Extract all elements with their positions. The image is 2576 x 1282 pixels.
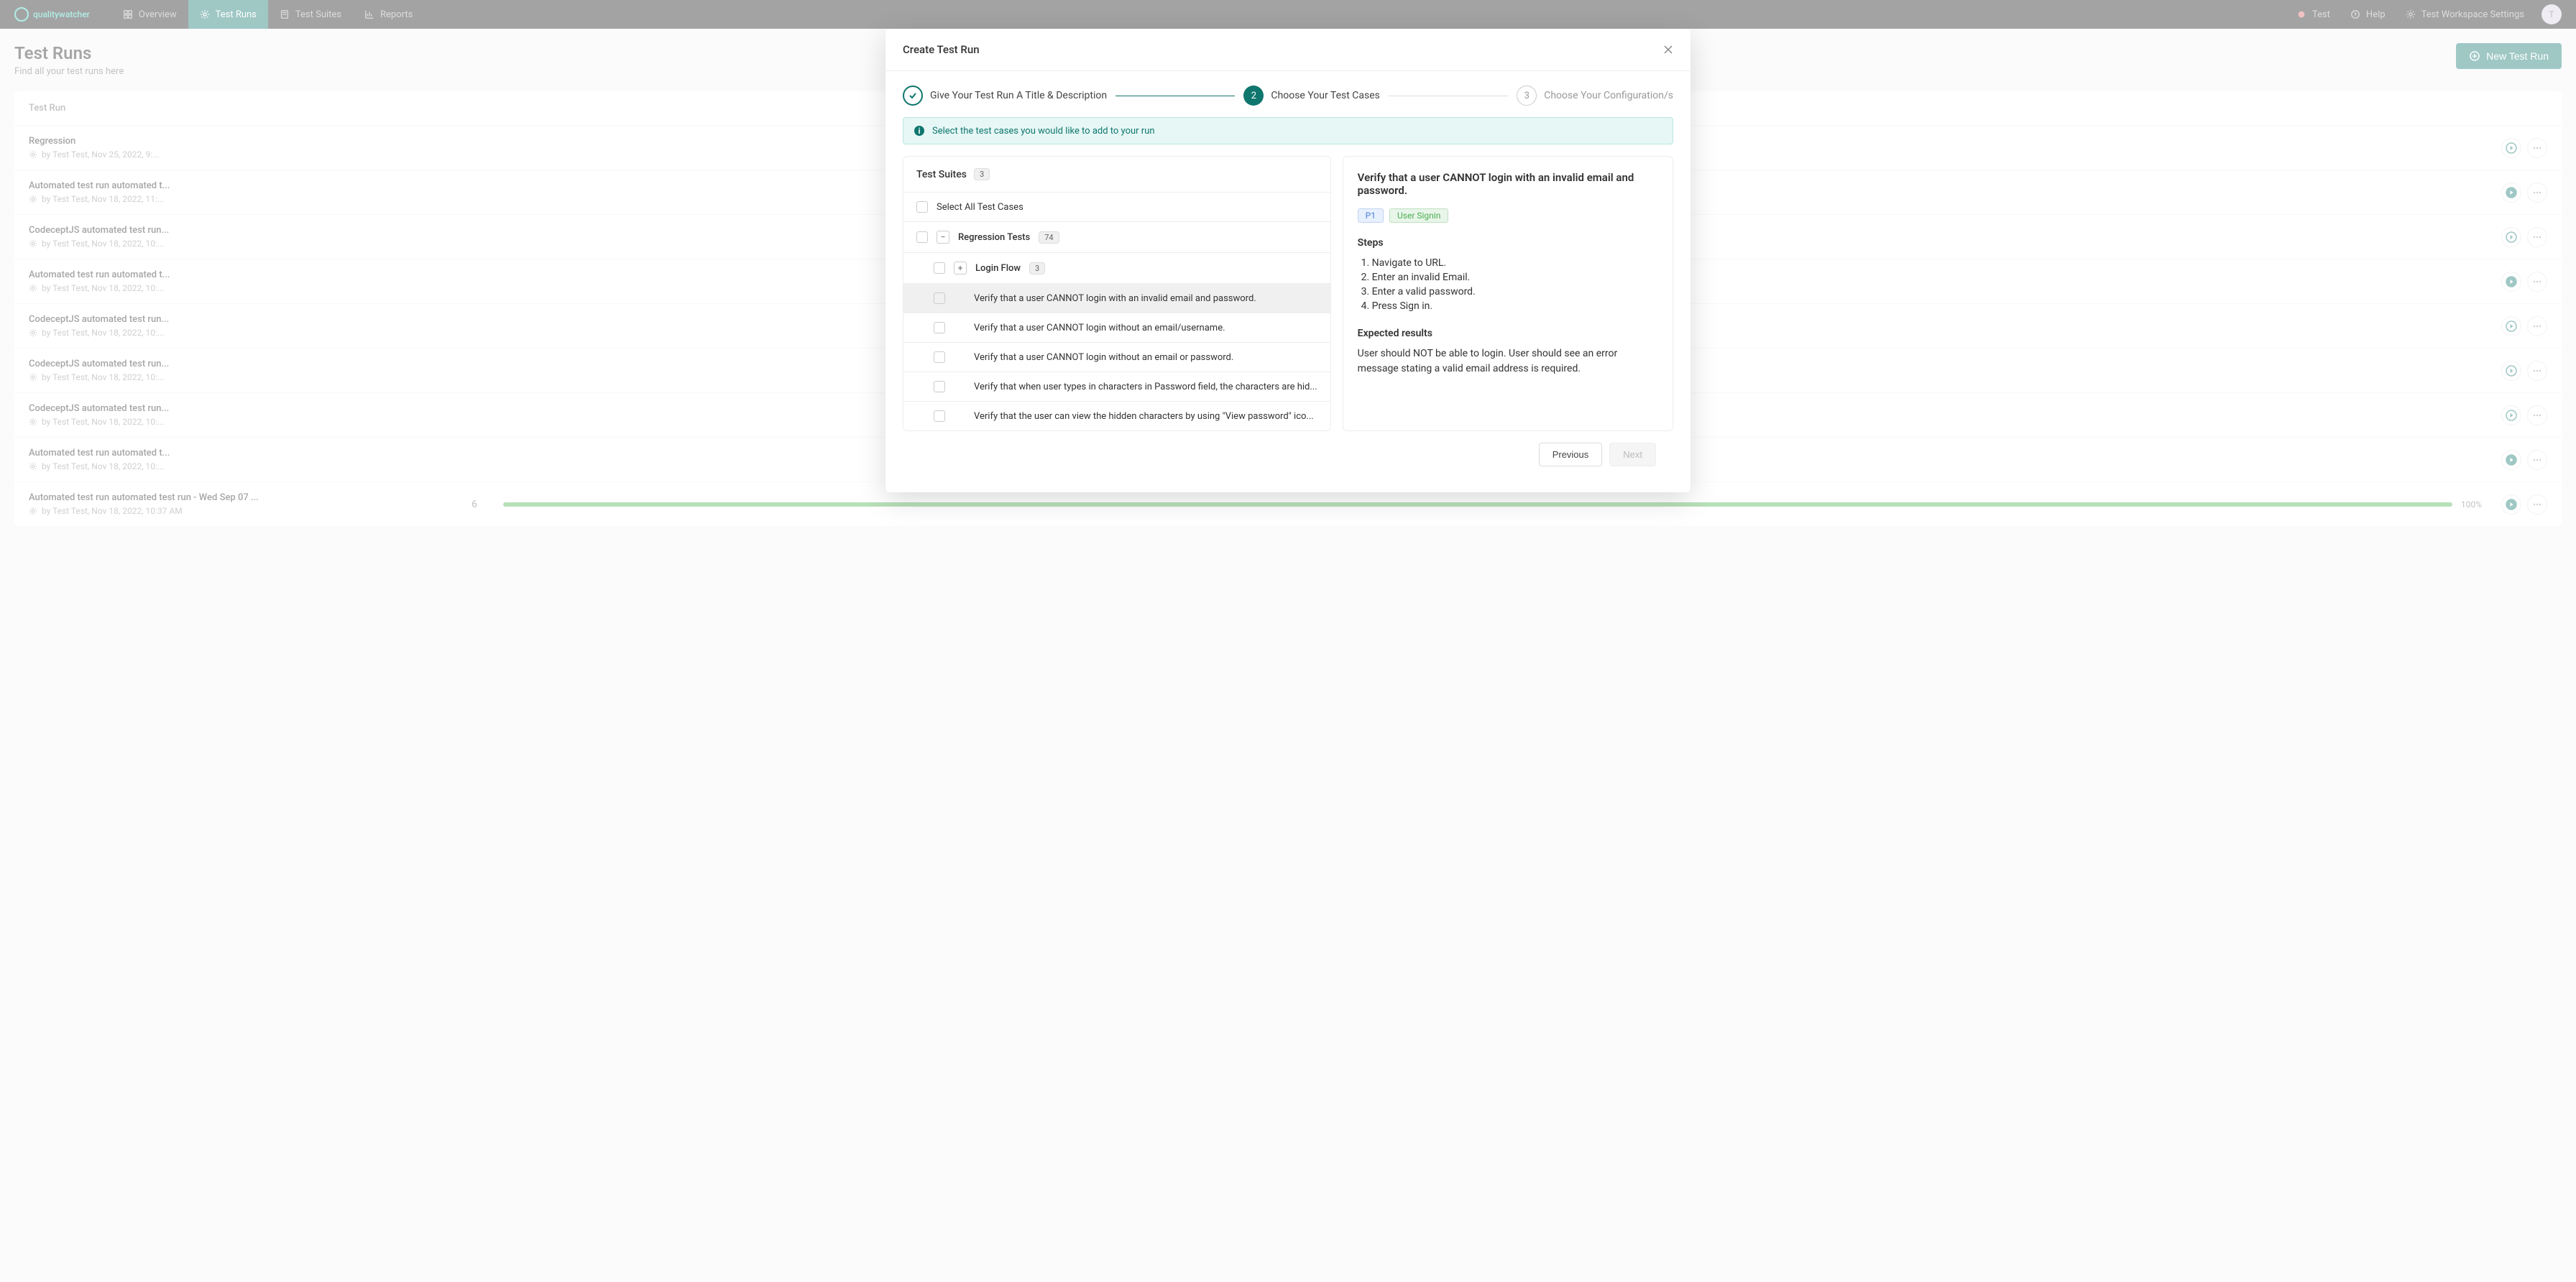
- stepper: Give Your Test Run A Title & Description…: [903, 86, 1673, 106]
- detail-title: Verify that a user CANNOT login with an …: [1358, 171, 1658, 197]
- info-banner: i Select the test cases you would like t…: [903, 117, 1673, 144]
- case-checkbox[interactable]: [934, 351, 945, 363]
- collapse-button[interactable]: −: [937, 231, 949, 244]
- step-item: Enter an invalid Email.: [1372, 270, 1658, 285]
- folder-count-badge: 3: [1029, 262, 1045, 275]
- case-checkbox[interactable]: [934, 322, 945, 333]
- suites-count-badge: 3: [974, 168, 990, 180]
- expected-heading: Expected results: [1358, 328, 1658, 339]
- steps-list: Navigate to URL.Enter an invalid Email.E…: [1358, 256, 1658, 313]
- step-3-label: Choose Your Configuration/s: [1544, 90, 1673, 101]
- modal-overlay: Create Test Run Give Your Test Run A Tit…: [0, 0, 2576, 1282]
- case-checkbox[interactable]: [934, 410, 945, 422]
- create-test-run-modal: Create Test Run Give Your Test Run A Tit…: [886, 29, 1690, 492]
- case-checkbox[interactable]: [934, 381, 945, 392]
- suite-regression-row[interactable]: − Regression Tests 74: [903, 221, 1330, 252]
- case-label: Verify that a user CANNOT login with an …: [974, 293, 1256, 304]
- suites-header: Test Suites 3: [903, 157, 1330, 192]
- folder-login-row[interactable]: + Login Flow 3: [903, 252, 1330, 283]
- case-label: Verify that when user types in character…: [974, 382, 1317, 392]
- svg-text:i: i: [919, 126, 921, 136]
- modal-footer: Previous Next: [903, 431, 1673, 478]
- test-case-row[interactable]: Verify that when user types in character…: [903, 372, 1330, 401]
- steps-heading: Steps: [1358, 237, 1658, 249]
- select-all-checkbox[interactable]: [916, 201, 928, 213]
- expand-button[interactable]: +: [954, 262, 967, 275]
- case-label: Verify that a user CANNOT login without …: [974, 323, 1225, 333]
- previous-button[interactable]: Previous: [1539, 443, 1603, 466]
- select-all-label: Select All Test Cases: [937, 202, 1024, 213]
- suite-checkbox[interactable]: [916, 231, 928, 243]
- next-button[interactable]: Next: [1609, 443, 1656, 466]
- test-case-row[interactable]: Verify that the user can view the hidden…: [903, 401, 1330, 430]
- close-button[interactable]: [1663, 45, 1673, 55]
- case-label: Verify that a user CANNOT login without …: [974, 352, 1233, 363]
- test-case-row[interactable]: Verify that a user CANNOT login without …: [903, 342, 1330, 372]
- step-2: 2 Choose Your Test Cases: [1243, 86, 1380, 106]
- priority-tag: P1: [1358, 208, 1384, 223]
- expected-text: User should NOT be able to login. User s…: [1358, 346, 1658, 377]
- suites-label: Test Suites: [916, 169, 967, 180]
- step-2-circle: 2: [1243, 86, 1264, 106]
- step-item: Press Sign in.: [1372, 299, 1658, 313]
- suite-label: Regression Tests: [958, 232, 1030, 243]
- info-icon: i: [914, 125, 925, 137]
- select-all-row[interactable]: Select All Test Cases: [903, 192, 1330, 221]
- suite-count-badge: 74: [1039, 231, 1059, 244]
- case-label: Verify that the user can view the hidden…: [974, 411, 1314, 422]
- close-icon: [1663, 45, 1673, 55]
- step-2-label: Choose Your Test Cases: [1271, 90, 1380, 101]
- modal-header: Create Test Run: [886, 29, 1690, 71]
- test-cases-panel: Test Suites 3 Select All Test Cases − Re…: [903, 156, 1331, 431]
- step-3: 3 Choose Your Configuration/s: [1517, 86, 1673, 106]
- test-case-row[interactable]: Verify that a user CANNOT login without …: [903, 313, 1330, 342]
- detail-tags: P1 User Signin: [1358, 208, 1658, 223]
- step-item: Enter a valid password.: [1372, 285, 1658, 299]
- step-1-circle: [903, 86, 923, 106]
- step-item: Navigate to URL.: [1372, 256, 1658, 270]
- step-1: Give Your Test Run A Title & Description: [903, 86, 1107, 106]
- test-case-row[interactable]: Verify that a user CANNOT login with an …: [903, 283, 1330, 313]
- test-case-detail-panel: Verify that a user CANNOT login with an …: [1343, 156, 1673, 431]
- modal-title: Create Test Run: [903, 43, 980, 56]
- info-text: Select the test cases you would like to …: [932, 126, 1155, 137]
- step-3-circle: 3: [1517, 86, 1537, 106]
- check-icon: [908, 91, 917, 100]
- folder-checkbox[interactable]: [934, 262, 945, 274]
- folder-label: Login Flow: [975, 263, 1021, 274]
- category-tag: User Signin: [1389, 208, 1448, 223]
- step-1-label: Give Your Test Run A Title & Description: [930, 90, 1107, 101]
- case-checkbox[interactable]: [934, 292, 945, 304]
